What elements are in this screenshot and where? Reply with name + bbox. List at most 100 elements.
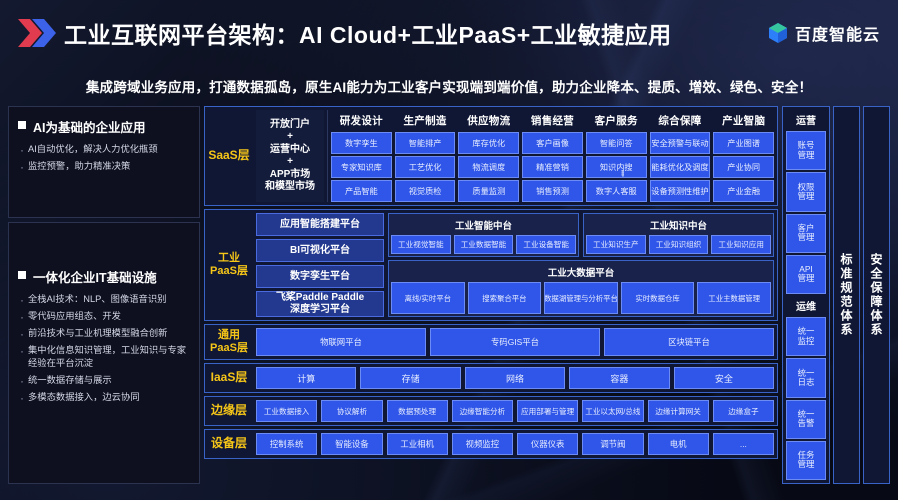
saas-cell[interactable]: 客户画像	[522, 132, 583, 154]
saas-cell[interactable]: 物流调度	[458, 156, 520, 178]
layer-iaas: IaaS层 计算 存储 网络 容器 安全	[204, 363, 778, 393]
saas-cell[interactable]: 库存优化	[458, 132, 520, 154]
panel-cell[interactable]: 工业知识组织	[648, 235, 709, 254]
saas-cell[interactable]: 数字孪生	[331, 132, 392, 154]
header: 工业互联网平台架构：AI Cloud+工业PaaS+工业敏捷应用 百度智能云	[0, 0, 898, 66]
column-header: 销售经营	[530, 115, 575, 127]
bigdata-cell[interactable]: 搜索聚合平台	[467, 282, 542, 314]
gpaas-cell[interactable]: 区块链平台	[604, 328, 774, 356]
list-item: 多模态数据接入，边云协同	[18, 390, 190, 408]
saas-portal-block[interactable]: 开放门户 + 运营中心 + APP市场 和模型市场	[256, 110, 324, 202]
saas-cell[interactable]: 专家知识库	[331, 156, 392, 178]
layer-label-general-paas: 通用 PaaS层	[210, 329, 248, 354]
saas-cell[interactable]: 工艺优化	[394, 156, 456, 178]
panel-cell[interactable]: 工业设备智能	[516, 235, 577, 254]
saas-cell[interactable]: 产业图谱	[713, 132, 775, 154]
bullet-square-icon	[18, 271, 26, 279]
ops-cell-monitor[interactable]: 统一 监控	[786, 317, 826, 357]
left-card-1-list: AI自动优化，解决人力优化瓶颈 监控预警，助力精准决策	[18, 142, 190, 177]
edge-cell[interactable]: 边缘智能分析	[451, 400, 513, 422]
panel-cell[interactable]: 工业数据智能	[453, 235, 514, 254]
edge-cells: 工业数据接入 协议解析 数据预处理 边缘智能分析 应用部署与管理 工业以太网/总…	[256, 400, 774, 422]
ops-cell-account[interactable]: 账号 管理	[786, 131, 826, 171]
iaas-cell[interactable]: 存储	[360, 367, 461, 389]
device-cell[interactable]: 调节阀	[582, 433, 644, 455]
saas-cell[interactable]: 智能排产	[394, 132, 456, 154]
saas-cell[interactable]: 知识内ููู搜	[585, 156, 647, 178]
gpaas-cells: 物联网平台 专码GIS平台 区块链平台	[256, 328, 774, 356]
edge-cell[interactable]: 应用部署与管理	[517, 400, 579, 422]
iaas-cells: 计算 存储 网络 容器 安全	[256, 367, 775, 389]
edge-cell[interactable]: 协议解析	[321, 400, 383, 422]
column-header: 研发设计	[339, 115, 383, 127]
device-cell[interactable]: 仪器仪表	[517, 433, 579, 455]
saas-cell[interactable]: 能耗优化及调度	[649, 156, 711, 178]
ipaas-platform-cell[interactable]: 数字孪生平台	[256, 265, 384, 288]
panel-header: 工业智能中台	[454, 221, 512, 232]
list-item: 前沿技术与工业机理模型融合创新	[18, 326, 190, 344]
ops-cell-alert[interactable]: 统一 告警	[786, 399, 826, 439]
edge-cell[interactable]: 工业以太网/总线	[582, 400, 644, 422]
ops-cell-log[interactable]: 统一 日志	[786, 358, 826, 398]
device-cell[interactable]: 控制系统	[256, 433, 318, 455]
layer-label-saas: SaaS层	[208, 148, 250, 163]
device-cell[interactable]: 智能设备	[321, 433, 383, 455]
gpaas-cell[interactable]: 物联网平台	[256, 328, 426, 356]
panel-bigdata: 工业大数据平台 离线/实时平台 搜索聚合平台 数据湖管理与分析平台 实时数据仓库…	[388, 260, 774, 317]
saas-cell[interactable]: 销售预测	[522, 180, 583, 202]
panel-knowledge-midplatform: 工业知识中台 工业知识生产 工业知识组织 工业知识应用	[583, 213, 774, 257]
iaas-cell[interactable]: 安全	[673, 367, 775, 389]
gpaas-cell[interactable]: 专码GIS平台	[430, 328, 600, 356]
iaas-cell[interactable]: 容器	[569, 367, 670, 389]
bigdata-cell[interactable]: 数据湖管理与分析平台	[544, 282, 618, 314]
saas-cell[interactable]: 产业金融	[713, 180, 775, 202]
list-item: 集中化信息知识管理，工业知识与专家经验在平台沉淀	[18, 343, 190, 371]
left-card-ai-apps: AI为基础的企业应用 AI自动优化，解决人力优化瓶颈 监控预警，助力精准决策	[8, 106, 200, 218]
saas-cell[interactable]: 安全预警与联动	[649, 132, 711, 154]
ops-section-header: 运营	[796, 116, 816, 127]
page-title: 工业互联网平台架构：AI Cloud+工业PaaS+工业敏捷应用	[64, 22, 672, 48]
ops-cell-task[interactable]: 任务 管理	[786, 440, 826, 480]
device-cell[interactable]: 电机	[647, 433, 709, 455]
device-cell[interactable]: 视频监控	[451, 433, 513, 455]
ipaas-platform-cell[interactable]: 应用智能搭建平台	[256, 213, 384, 236]
saas-cell[interactable]: 产品智能	[331, 180, 392, 202]
saas-cell[interactable]: 精准营销	[522, 156, 583, 178]
ops-cell-customer[interactable]: 客户 管理	[786, 213, 826, 253]
edge-cell[interactable]: 工业数据接入	[256, 400, 318, 422]
layer-label-iaas: IaaS层	[210, 370, 248, 385]
edge-cell[interactable]: 边缘盒子	[712, 400, 774, 422]
edge-cell[interactable]: 数据预处理	[386, 400, 448, 422]
ops-cell-api[interactable]: API 管理	[786, 254, 826, 294]
ops-cell-permission[interactable]: 权限 管理	[786, 172, 826, 212]
device-cell[interactable]: 工业相机	[386, 433, 448, 455]
layer-saas: SaaS层 开放门户 + 运营中心 + APP市场 和模型市场 研发设计 数字孪…	[204, 106, 778, 206]
brand-name: 百度智能云	[794, 27, 880, 44]
ipaas-right: 工业智能中台 工业视觉智能 工业数据智能 工业设备智能 工业知识中台 工业知识生…	[388, 213, 774, 317]
ipaas-platform-cell[interactable]: BI可视化平台	[256, 239, 384, 262]
iaas-cell[interactable]: 网络	[464, 367, 566, 389]
saas-cell[interactable]: 智能问答	[585, 132, 647, 154]
ipaas-platform-cell-paddle[interactable]: 飞桨Paddle Paddle 深度学习平台	[256, 291, 384, 317]
panel-cell[interactable]: 工业视觉智能	[391, 235, 451, 254]
list-item: 零代码应用组态、开发	[18, 309, 190, 327]
saas-cell[interactable]: 产业协同	[713, 156, 775, 178]
panel-cell[interactable]: 工业知识生产	[586, 235, 646, 254]
device-cell[interactable]: ...	[712, 433, 774, 455]
panel-cell[interactable]: 工业知识应用	[711, 235, 772, 254]
saas-cell[interactable]: 数字人客服	[585, 180, 647, 202]
bigdata-cell[interactable]: 工业主数据管理	[697, 282, 771, 314]
layer-general-paas: 通用 PaaS层 物联网平台 专码GIS平台 区块链平台	[204, 324, 778, 360]
ipaas-midrow: 工业智能中台 工业视觉智能 工业数据智能 工业设备智能 工业知识中台 工业知识生…	[388, 213, 774, 257]
iaas-cell[interactable]: 计算	[256, 367, 357, 389]
bigdata-cell[interactable]: 实时数据仓库	[620, 282, 695, 314]
edge-cell[interactable]: 边缘计算网关	[647, 400, 709, 422]
baidu-cloud-icon	[767, 22, 789, 44]
security-system-panel: 安全保障体系	[863, 106, 890, 484]
left-card-2-title: 一体化企业IT基础设施	[33, 271, 157, 285]
saas-cell[interactable]: 质量监测	[458, 180, 520, 202]
saas-cell[interactable]: 设备预测性维护	[649, 180, 711, 202]
saas-cell[interactable]: 视觉质检	[394, 180, 456, 202]
standards-system-panel: 标准规范体系	[833, 106, 860, 484]
bigdata-cell[interactable]: 离线/实时平台	[391, 282, 465, 314]
